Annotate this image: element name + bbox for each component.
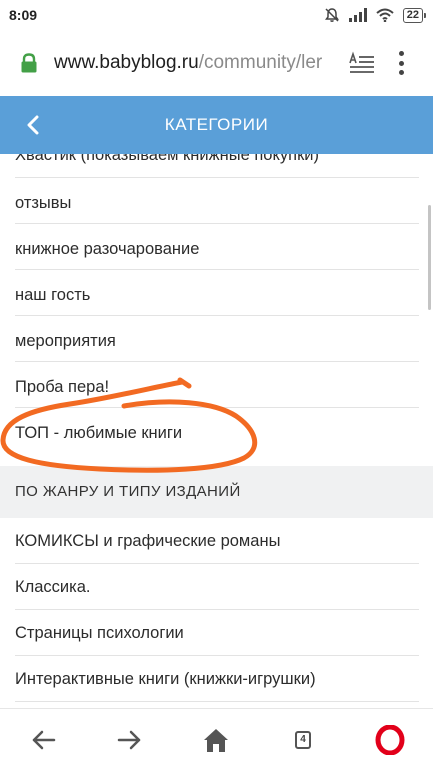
list-item[interactable]: наш гость (0, 270, 433, 316)
status-bar: 8:09 22 (0, 0, 433, 30)
list-item[interactable]: Хвастик (показываем книжные покупки) (0, 154, 433, 178)
list-item-label: наш гость (15, 286, 91, 304)
list-item-label: Проба пера! (15, 378, 110, 396)
browser-url-bar[interactable]: www.babyblog.ru/community/ler (0, 30, 433, 96)
list-item[interactable]: Проба пера! (0, 362, 433, 408)
menu-icon[interactable] (398, 51, 404, 75)
list-item[interactable]: мероприятия (0, 316, 433, 362)
reader-mode-icon[interactable] (348, 51, 376, 75)
list-item[interactable]: КОМИКСЫ и графические романы (0, 518, 433, 564)
page-title: КАТЕГОРИИ (164, 115, 269, 134)
status-time: 8:09 (9, 7, 38, 23)
list-item-label: Классика. (15, 578, 91, 596)
list-item[interactable]: ТОП - любимые книги (0, 408, 433, 466)
wifi-icon (376, 8, 394, 22)
category-list: Хвастик (показываем книжные покупки) отз… (0, 154, 433, 708)
battery-icon: 22 (402, 7, 427, 23)
list-item-label: Интерактивные книги (книжки-игрушки) (15, 670, 316, 688)
url-host: www.babyblog.ru (54, 52, 199, 73)
section-title: ПО ЖАНРУ И ТИПУ ИЗДАНИЙ (15, 483, 241, 500)
lock-icon (21, 53, 37, 73)
bottom-nav: 4 (0, 708, 433, 770)
list-item-label: Хвастик (показываем книжные покупки) (15, 154, 320, 164)
mute-icon (324, 8, 339, 22)
back-nav-icon[interactable] (29, 725, 59, 755)
opera-icon[interactable] (375, 725, 405, 755)
section-header: ПО ЖАНРУ И ТИПУ ИЗДАНИЙ (0, 466, 433, 518)
forward-nav-icon[interactable] (114, 725, 144, 755)
tabs-count: 4 (295, 731, 311, 749)
app-header: КАТЕГОРИИ (0, 96, 433, 154)
list-item-label: отзывы (15, 194, 72, 212)
url-path: /community/ler (198, 52, 323, 73)
list-item-label: КОМИКСЫ и графические романы (15, 532, 281, 550)
scrollbar[interactable] (428, 205, 431, 310)
home-icon[interactable] (201, 725, 231, 755)
list-item[interactable]: книжное разочарование (0, 224, 433, 270)
url-text[interactable]: www.babyblog.ru/community/ler (54, 52, 334, 74)
list-item-label: ТОП - любимые книги (15, 424, 183, 442)
list-item-label: мероприятия (15, 332, 116, 350)
tabs-icon[interactable]: 4 (288, 725, 318, 755)
list-item[interactable]: отзывы (0, 178, 433, 224)
back-arrow-icon[interactable] (22, 112, 46, 138)
list-item[interactable]: Классика. (0, 564, 433, 610)
list-item-label: Страницы психологии (15, 624, 184, 642)
list-item[interactable]: Интерактивные книги (книжки-игрушки) (0, 656, 433, 702)
signal-icon (348, 8, 367, 22)
list-item[interactable]: Страницы психологии (0, 610, 433, 656)
status-icons: 22 (324, 7, 427, 23)
list-item-label: книжное разочарование (15, 240, 200, 258)
